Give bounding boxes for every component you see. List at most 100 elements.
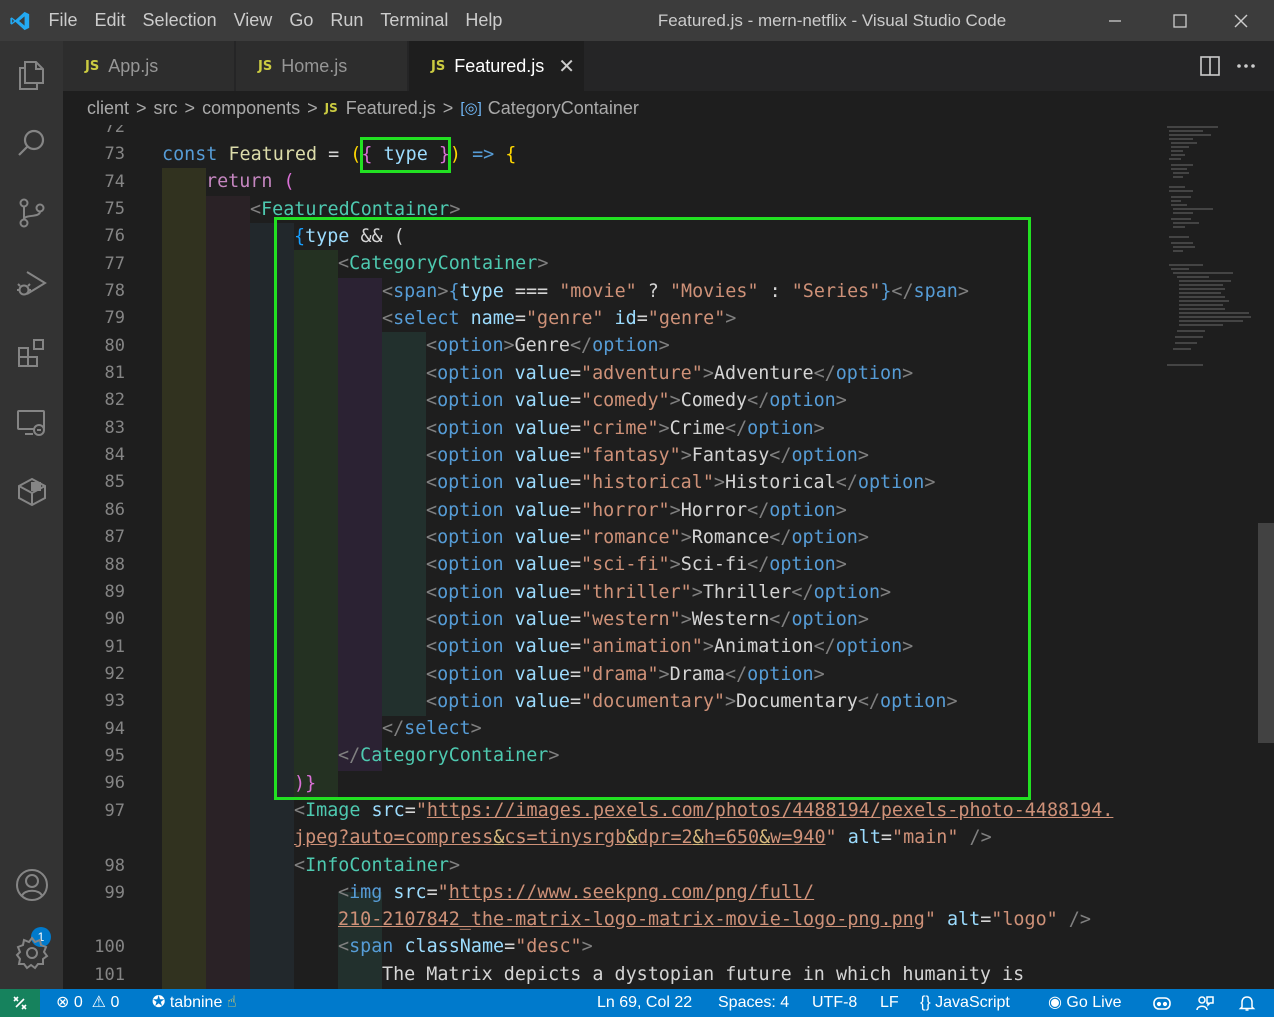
docker-icon[interactable] [0, 461, 63, 521]
indent-guide [250, 223, 294, 989]
feedback-icon[interactable] [1196, 989, 1214, 1017]
menu-view[interactable]: View [225, 0, 281, 41]
line-number: 89 [104, 582, 125, 602]
option-code-line: <option value="romance">Romance</option> [426, 527, 869, 548]
code-line: <img src="https://www.seekpng.com/png/fu… [338, 882, 815, 903]
problems-indicator[interactable]: ⊗ 0 ⚠ 0 [56, 989, 119, 1017]
breadcrumb-client[interactable]: client [87, 98, 129, 119]
end-of-line[interactable]: LF [880, 989, 899, 1017]
line-number: 81 [104, 363, 125, 383]
line-number: 92 [104, 664, 125, 684]
tab-app-js[interactable]: JS App.js [63, 41, 235, 91]
minimap[interactable] [1163, 125, 1258, 375]
code-line: const Featured = ({ type }) => { [162, 144, 517, 165]
close-window-button[interactable] [1208, 0, 1274, 41]
explorer-icon[interactable] [0, 45, 63, 105]
go-live-button[interactable]: ◉ Go Live [1048, 989, 1122, 1017]
option-code-line: <option value="sci-fi">Sci-fi</option> [426, 554, 847, 575]
menu-bar: File Edit Selection View Go Run Terminal… [40, 0, 511, 41]
menu-file[interactable]: File [40, 0, 86, 41]
indentation[interactable]: Spaces: 4 [718, 989, 789, 1017]
option-code-line: <option value="horror">Horror</option> [426, 500, 847, 521]
js-file-icon: JS [431, 58, 446, 74]
accounts-icon[interactable] [0, 855, 63, 915]
source-control-icon[interactable] [0, 183, 63, 243]
line-number: 91 [104, 637, 125, 657]
line-number: 83 [104, 418, 125, 438]
line-number: 77 [104, 254, 125, 274]
option-code-line: <option value="comedy">Comedy</option> [426, 390, 847, 411]
line-number-gutter: 72 73 74 75 76 77 78 79 80 81 82 83 84 8… [63, 125, 153, 989]
split-editor-icon[interactable] [1198, 54, 1222, 78]
notifications-bell-icon[interactable] [1238, 989, 1256, 1017]
settings-gear-icon[interactable] [0, 923, 63, 983]
code-line: <CategoryContainer> [338, 253, 549, 274]
option-code-line: <option value="fantasy">Fantasy</option> [426, 445, 869, 466]
line-number: 79 [104, 308, 125, 328]
menu-terminal[interactable]: Terminal [372, 0, 457, 41]
error-icon: ⊗ [56, 994, 70, 1011]
menu-go[interactable]: Go [281, 0, 322, 41]
option-code-line: <option value="drama">Drama</option> [426, 664, 825, 685]
line-number: 78 [104, 281, 125, 301]
tab-home-js[interactable]: JS Home.js [236, 41, 408, 91]
encoding[interactable]: UTF-8 [812, 989, 857, 1017]
scrollbar-thumb[interactable] [1258, 523, 1274, 743]
tab-featured-js[interactable]: JS Featured.js ✕ [409, 41, 585, 91]
copilot-icon[interactable] [1152, 989, 1172, 1017]
menu-help[interactable]: Help [457, 0, 511, 41]
more-actions-icon[interactable] [1234, 54, 1258, 78]
breadcrumb-symbol[interactable]: CategoryContainer [488, 98, 639, 119]
menu-selection[interactable]: Selection [134, 0, 225, 41]
cursor-position[interactable]: Ln 69, Col 22 [597, 989, 692, 1017]
breadcrumb: client > src > components > JS Featured.… [63, 91, 1274, 125]
line-number: 97 [104, 801, 125, 821]
indent-guide [206, 196, 250, 989]
search-icon[interactable] [0, 113, 63, 173]
line-number: 72 [104, 125, 125, 137]
maximize-button[interactable] [1147, 0, 1213, 41]
remote-explorer-icon[interactable] [0, 393, 63, 453]
code-line: 210-2107842_the-matrix-logo-matrix-movie… [338, 909, 1091, 930]
tab-label: Featured.js [454, 55, 545, 76]
remote-indicator[interactable] [0, 989, 40, 1017]
code-line: The Matrix depicts a dystopian future in… [382, 964, 1025, 985]
vertical-scrollbar[interactable] [1258, 125, 1274, 989]
line-number: 82 [104, 390, 125, 410]
indent-guide [294, 250, 338, 798]
js-file-icon: JS [258, 58, 273, 74]
menu-edit[interactable]: Edit [86, 0, 134, 41]
code-line: {type && ( [294, 226, 405, 247]
option-code-line: <option value="thriller">Thriller</optio… [426, 582, 892, 603]
menu-run[interactable]: Run [322, 0, 372, 41]
remote-icon [13, 996, 27, 1010]
maximize-icon [1173, 13, 1187, 28]
js-file-icon: JS [324, 101, 338, 115]
line-number: 76 [104, 226, 125, 246]
code-line: <span>{type === "movie" ? "Movies" : "Se… [382, 281, 969, 302]
extensions-icon[interactable] [0, 323, 63, 383]
tab-close-icon[interactable]: ✕ [558, 54, 575, 79]
breadcrumb-components[interactable]: components [202, 98, 300, 119]
code-line: return ( [206, 171, 295, 192]
breadcrumb-file[interactable]: Featured.js [346, 98, 436, 119]
option-code-line: <option value="western">Western</option> [426, 609, 869, 630]
line-number: 73 [104, 144, 125, 164]
option-code-line: <option value="animation">Animation</opt… [426, 636, 914, 657]
code-line: <Image src="https://images.pexels.com/ph… [294, 800, 1114, 821]
breadcrumb-src[interactable]: src [154, 98, 178, 119]
code-line: <span className="desc"> [338, 936, 593, 957]
code-editor[interactable]: 72 73 74 75 76 77 78 79 80 81 82 83 84 8… [63, 125, 1274, 989]
code-line: <select name="genre" id="genre"> [382, 308, 737, 329]
tabnine-status[interactable]: ✪ tabnine ☝ [152, 989, 237, 1017]
chevron-right-icon: > [307, 97, 318, 118]
line-number: 86 [104, 500, 125, 520]
title-bar: File Edit Selection View Go Run Terminal… [0, 0, 1274, 41]
warning-icon: ⚠ [87, 994, 107, 1011]
braces-icon: {} [920, 994, 931, 1011]
code-line: <option>Genre</option> [426, 335, 670, 356]
language-mode[interactable]: {} JavaScript [920, 989, 1010, 1017]
run-debug-icon[interactable] [0, 253, 63, 313]
minimize-button[interactable] [1082, 0, 1148, 41]
indent-guide [338, 278, 382, 771]
